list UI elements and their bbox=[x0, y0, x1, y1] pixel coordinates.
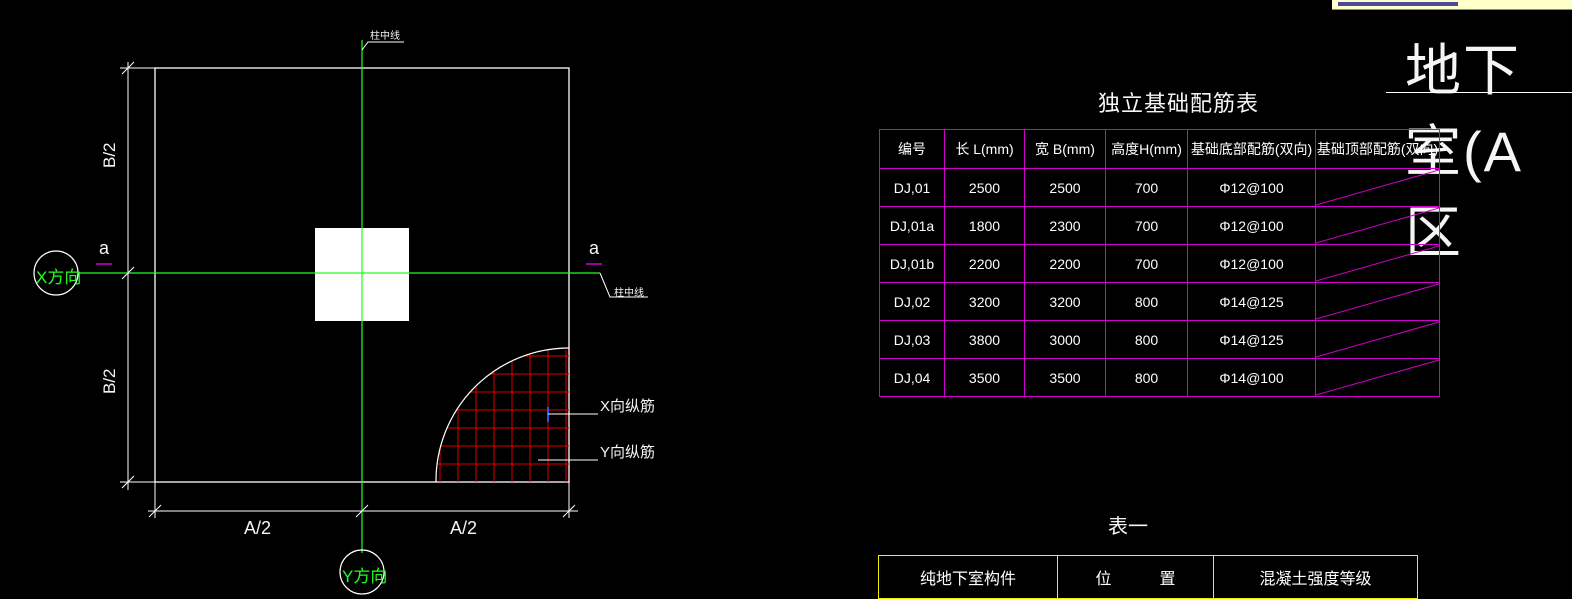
cell-height: 700 bbox=[1105, 206, 1188, 245]
a-mark-left: a bbox=[99, 238, 110, 258]
rebar-grid bbox=[436, 350, 569, 482]
foundation-drawing bbox=[33, 40, 648, 595]
cell-height: 800 bbox=[1105, 320, 1188, 359]
header-cell: 纯地下室构件 bbox=[878, 555, 1058, 599]
table-row: DJ,02 3200 3200 800 Φ14@125 bbox=[879, 282, 1440, 321]
cell-id: DJ,01 bbox=[879, 168, 945, 207]
top-leader bbox=[361, 41, 404, 51]
rebar-table-title: 独立基础配筋表 bbox=[1098, 91, 1260, 116]
cell-top-rebar-empty bbox=[1315, 206, 1440, 245]
b-half-upper: B/2 bbox=[100, 142, 119, 168]
cell-length: 1800 bbox=[944, 206, 1025, 245]
b-half-lower: B/2 bbox=[100, 368, 119, 394]
table-row: DJ,04 3500 3500 800 Φ14@100 bbox=[879, 358, 1440, 397]
header-cell: 基础底部配筋(双向) bbox=[1187, 129, 1316, 169]
a-half-right: A/2 bbox=[450, 518, 478, 538]
cell-height: 700 bbox=[1105, 168, 1188, 207]
cell-id: DJ,02 bbox=[879, 282, 945, 321]
cell-width: 2200 bbox=[1024, 244, 1106, 283]
table-row: DJ,03 3800 3000 800 Φ14@125 bbox=[879, 320, 1440, 359]
cell-length: 3200 bbox=[944, 282, 1025, 321]
cell-length: 3500 bbox=[944, 358, 1025, 397]
x-direction-label: X方向 bbox=[36, 268, 82, 287]
cell-width: 3000 bbox=[1024, 320, 1106, 359]
cell-id: DJ,01b bbox=[879, 244, 945, 283]
table-one-header-row: 纯地下室构件 位 置 混凝土强度等级 bbox=[878, 555, 1418, 599]
a-mark-right: a bbox=[589, 238, 600, 258]
tooltip-strip bbox=[1332, 0, 1572, 10]
y-direction-label: Y方向 bbox=[342, 567, 388, 586]
cell-width: 3200 bbox=[1024, 282, 1106, 321]
x-rebar-label: X向纵筋 bbox=[600, 398, 656, 415]
cell-width: 3500 bbox=[1024, 358, 1106, 397]
cell-height: 800 bbox=[1105, 358, 1188, 397]
cell-bottom-rebar: Φ14@125 bbox=[1187, 320, 1316, 359]
header-cell: 宽 B(mm) bbox=[1024, 129, 1106, 169]
header-cell: 高度H(mm) bbox=[1105, 129, 1188, 169]
header-cell: 基础顶部配筋(双向) bbox=[1315, 129, 1440, 169]
table-row: DJ,01b 2200 2200 700 Φ12@100 bbox=[879, 244, 1440, 283]
col-center-label-top: 柱中线 bbox=[370, 31, 400, 42]
cell-width: 2300 bbox=[1024, 206, 1106, 245]
cell-id: DJ,03 bbox=[879, 320, 945, 359]
header-cell: 位 置 bbox=[1057, 555, 1214, 599]
col-center-label-right: 柱中线 bbox=[614, 288, 644, 299]
cell-top-rebar-empty bbox=[1315, 282, 1440, 321]
cell-bottom-rebar: Φ14@100 bbox=[1187, 358, 1316, 397]
table-row: DJ,01 2500 2500 700 Φ12@100 bbox=[879, 168, 1440, 207]
header-cell: 混凝土强度等级 bbox=[1213, 555, 1418, 599]
table-one: 纯地下室构件 位 置 混凝土强度等级 bbox=[878, 555, 1418, 599]
cell-width: 2500 bbox=[1024, 168, 1106, 207]
tooltip-link[interactable] bbox=[1338, 2, 1458, 6]
cell-bottom-rebar: Φ12@100 bbox=[1187, 168, 1316, 207]
cell-bottom-rebar: Φ12@100 bbox=[1187, 206, 1316, 245]
cell-top-rebar-empty bbox=[1315, 358, 1440, 397]
cell-height: 700 bbox=[1105, 244, 1188, 283]
cell-id: DJ,04 bbox=[879, 358, 945, 397]
cell-length: 3800 bbox=[944, 320, 1025, 359]
cell-height: 800 bbox=[1105, 282, 1188, 321]
cell-top-rebar-empty bbox=[1315, 320, 1440, 359]
rebar-arc bbox=[435, 347, 570, 483]
header-cell: 编号 bbox=[879, 129, 945, 169]
y-rebar-label: Y向纵筋 bbox=[600, 444, 656, 461]
cell-bottom-rebar: Φ14@125 bbox=[1187, 282, 1316, 321]
cell-top-rebar-empty bbox=[1315, 244, 1440, 283]
cell-length: 2200 bbox=[944, 244, 1025, 283]
table-one-title: 表一 bbox=[1108, 516, 1148, 538]
a-half-left: A/2 bbox=[244, 518, 272, 538]
header-cell: 长 L(mm) bbox=[944, 129, 1025, 169]
basement-title-underline bbox=[1386, 92, 1572, 93]
cell-id: DJ,01a bbox=[879, 206, 945, 245]
table-header-row: 编号 长 L(mm) 宽 B(mm) 高度H(mm) 基础底部配筋(双向) 基础… bbox=[879, 129, 1440, 169]
rebar-table: 编号 长 L(mm) 宽 B(mm) 高度H(mm) 基础底部配筋(双向) 基础… bbox=[879, 129, 1440, 397]
cell-top-rebar-empty bbox=[1315, 168, 1440, 207]
table-row: DJ,01a 1800 2300 700 Φ12@100 bbox=[879, 206, 1440, 245]
cell-bottom-rebar: Φ12@100 bbox=[1187, 244, 1316, 283]
cell-length: 2500 bbox=[944, 168, 1025, 207]
